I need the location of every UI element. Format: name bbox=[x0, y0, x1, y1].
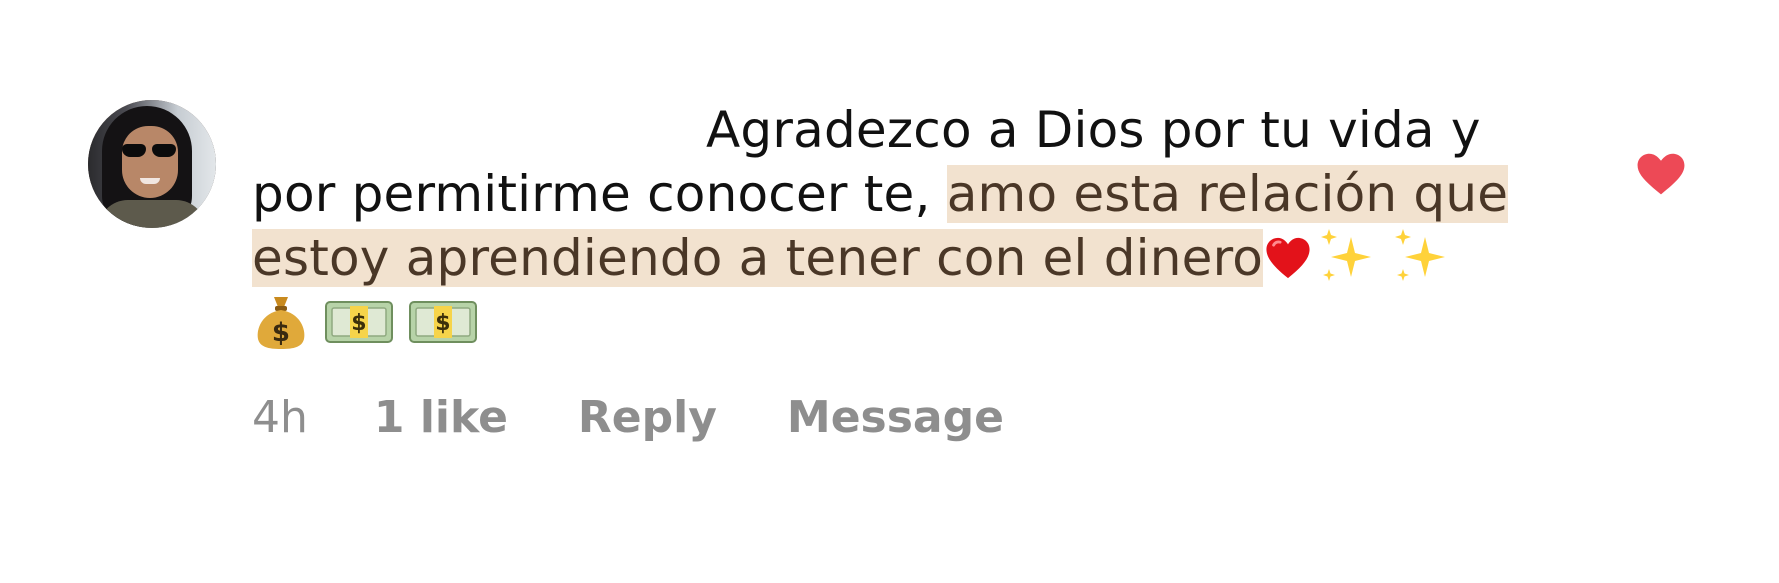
money-bag-emoji-icon: $ bbox=[257, 297, 305, 349]
comment-text: Agradezco a Dios por tu vida y por permi… bbox=[252, 98, 1552, 354]
avatar-face bbox=[122, 126, 178, 198]
comment-line-2: por permitirme conocer te, amo esta rela… bbox=[252, 162, 1552, 226]
sparkles-emoji-icon bbox=[1395, 229, 1446, 281]
avatar-glasses-left bbox=[122, 144, 146, 157]
avatar-glasses-right bbox=[152, 144, 176, 157]
avatar[interactable] bbox=[88, 100, 216, 228]
comment-line-3-highlight: estoy aprendiendo a tener con el dinero bbox=[252, 229, 1264, 287]
avatar-shirt bbox=[98, 200, 206, 228]
red-heart-emoji-icon bbox=[1266, 237, 1310, 279]
like-heart-icon[interactable] bbox=[1636, 152, 1686, 196]
dollar-banknote-emoji-icon: $ bbox=[325, 301, 393, 343]
comment-line-3: estoy aprendiendo a tener con el dinero bbox=[252, 226, 1552, 290]
svg-text:$: $ bbox=[435, 311, 451, 336]
dollar-banknote-emoji-icon: $ bbox=[409, 301, 477, 343]
emoji-row: $ $ $ bbox=[252, 290, 1552, 354]
comment-line-2-highlight: amo esta relación que bbox=[946, 165, 1509, 223]
reply-button[interactable]: Reply bbox=[578, 392, 717, 443]
comment-timestamp: 4h bbox=[252, 392, 308, 443]
comment-line-1: Agradezco a Dios por tu vida y bbox=[706, 101, 1481, 159]
avatar-smile bbox=[140, 178, 160, 184]
likes-count-button[interactable]: 1 like bbox=[374, 392, 508, 443]
svg-text:$: $ bbox=[272, 318, 290, 348]
comment-item: Agradezco a Dios por tu vida y por permi… bbox=[0, 0, 1779, 583]
comment-actions: 4h 1 like Reply Message bbox=[252, 392, 1004, 443]
svg-text:$: $ bbox=[351, 311, 367, 336]
sparkles-emoji-icon bbox=[1321, 229, 1372, 281]
comment-line-2-plain: por permitirme conocer te, bbox=[252, 165, 947, 223]
message-button[interactable]: Message bbox=[787, 392, 1004, 443]
